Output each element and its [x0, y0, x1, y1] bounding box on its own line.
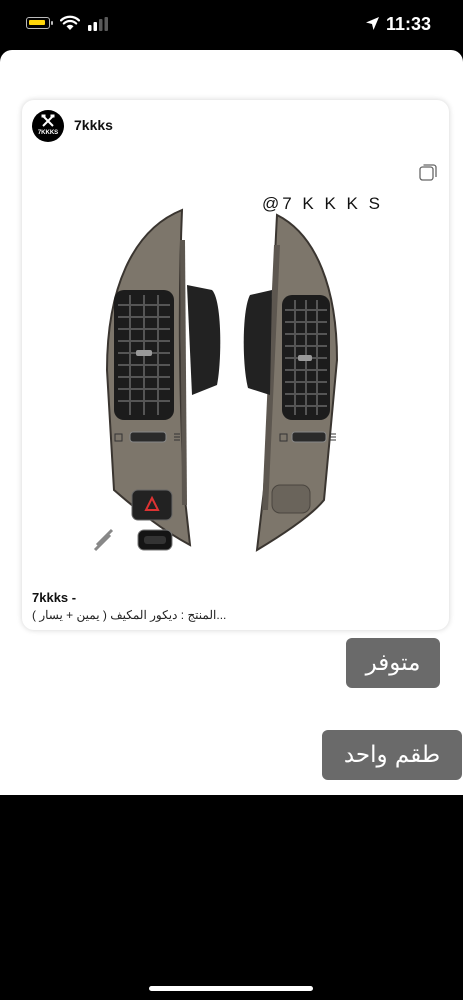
caption-text: المنتج : ديكور المكيف ( يمين + يسار )...	[32, 608, 227, 622]
status-bar: 11:33	[0, 0, 463, 50]
post-username[interactable]: 7kkks	[74, 117, 113, 133]
product-photo[interactable]	[92, 200, 362, 560]
bottom-empty-area	[0, 795, 463, 1000]
status-time: 11:33	[386, 14, 432, 34]
avatar[interactable]: 7KKKS	[32, 110, 64, 142]
location-arrow-icon	[366, 17, 379, 30]
shared-post-card[interactable]: 7KKKS 7kkks @7 K K K S 7kkks - المنتج: …	[22, 100, 449, 630]
message-bubble[interactable]: متوفر	[346, 638, 440, 688]
home-indicator[interactable]	[149, 986, 313, 991]
caption-username: 7kkks -	[32, 590, 77, 605]
wifi-icon	[60, 15, 80, 30]
battery-level-fill	[29, 20, 45, 25]
cellular-signal-icon	[88, 17, 108, 31]
message-bubble[interactable]: طقم واحد	[322, 730, 462, 780]
avatar-label: 7KKKS	[37, 130, 59, 136]
tools-icon	[41, 114, 55, 127]
multiple-images-icon	[419, 164, 437, 181]
battery-icon	[26, 17, 53, 29]
chat-sheet[interactable]: 7KKKS 7kkks @7 K K K S 7kkks - المنتج: …	[0, 50, 463, 795]
